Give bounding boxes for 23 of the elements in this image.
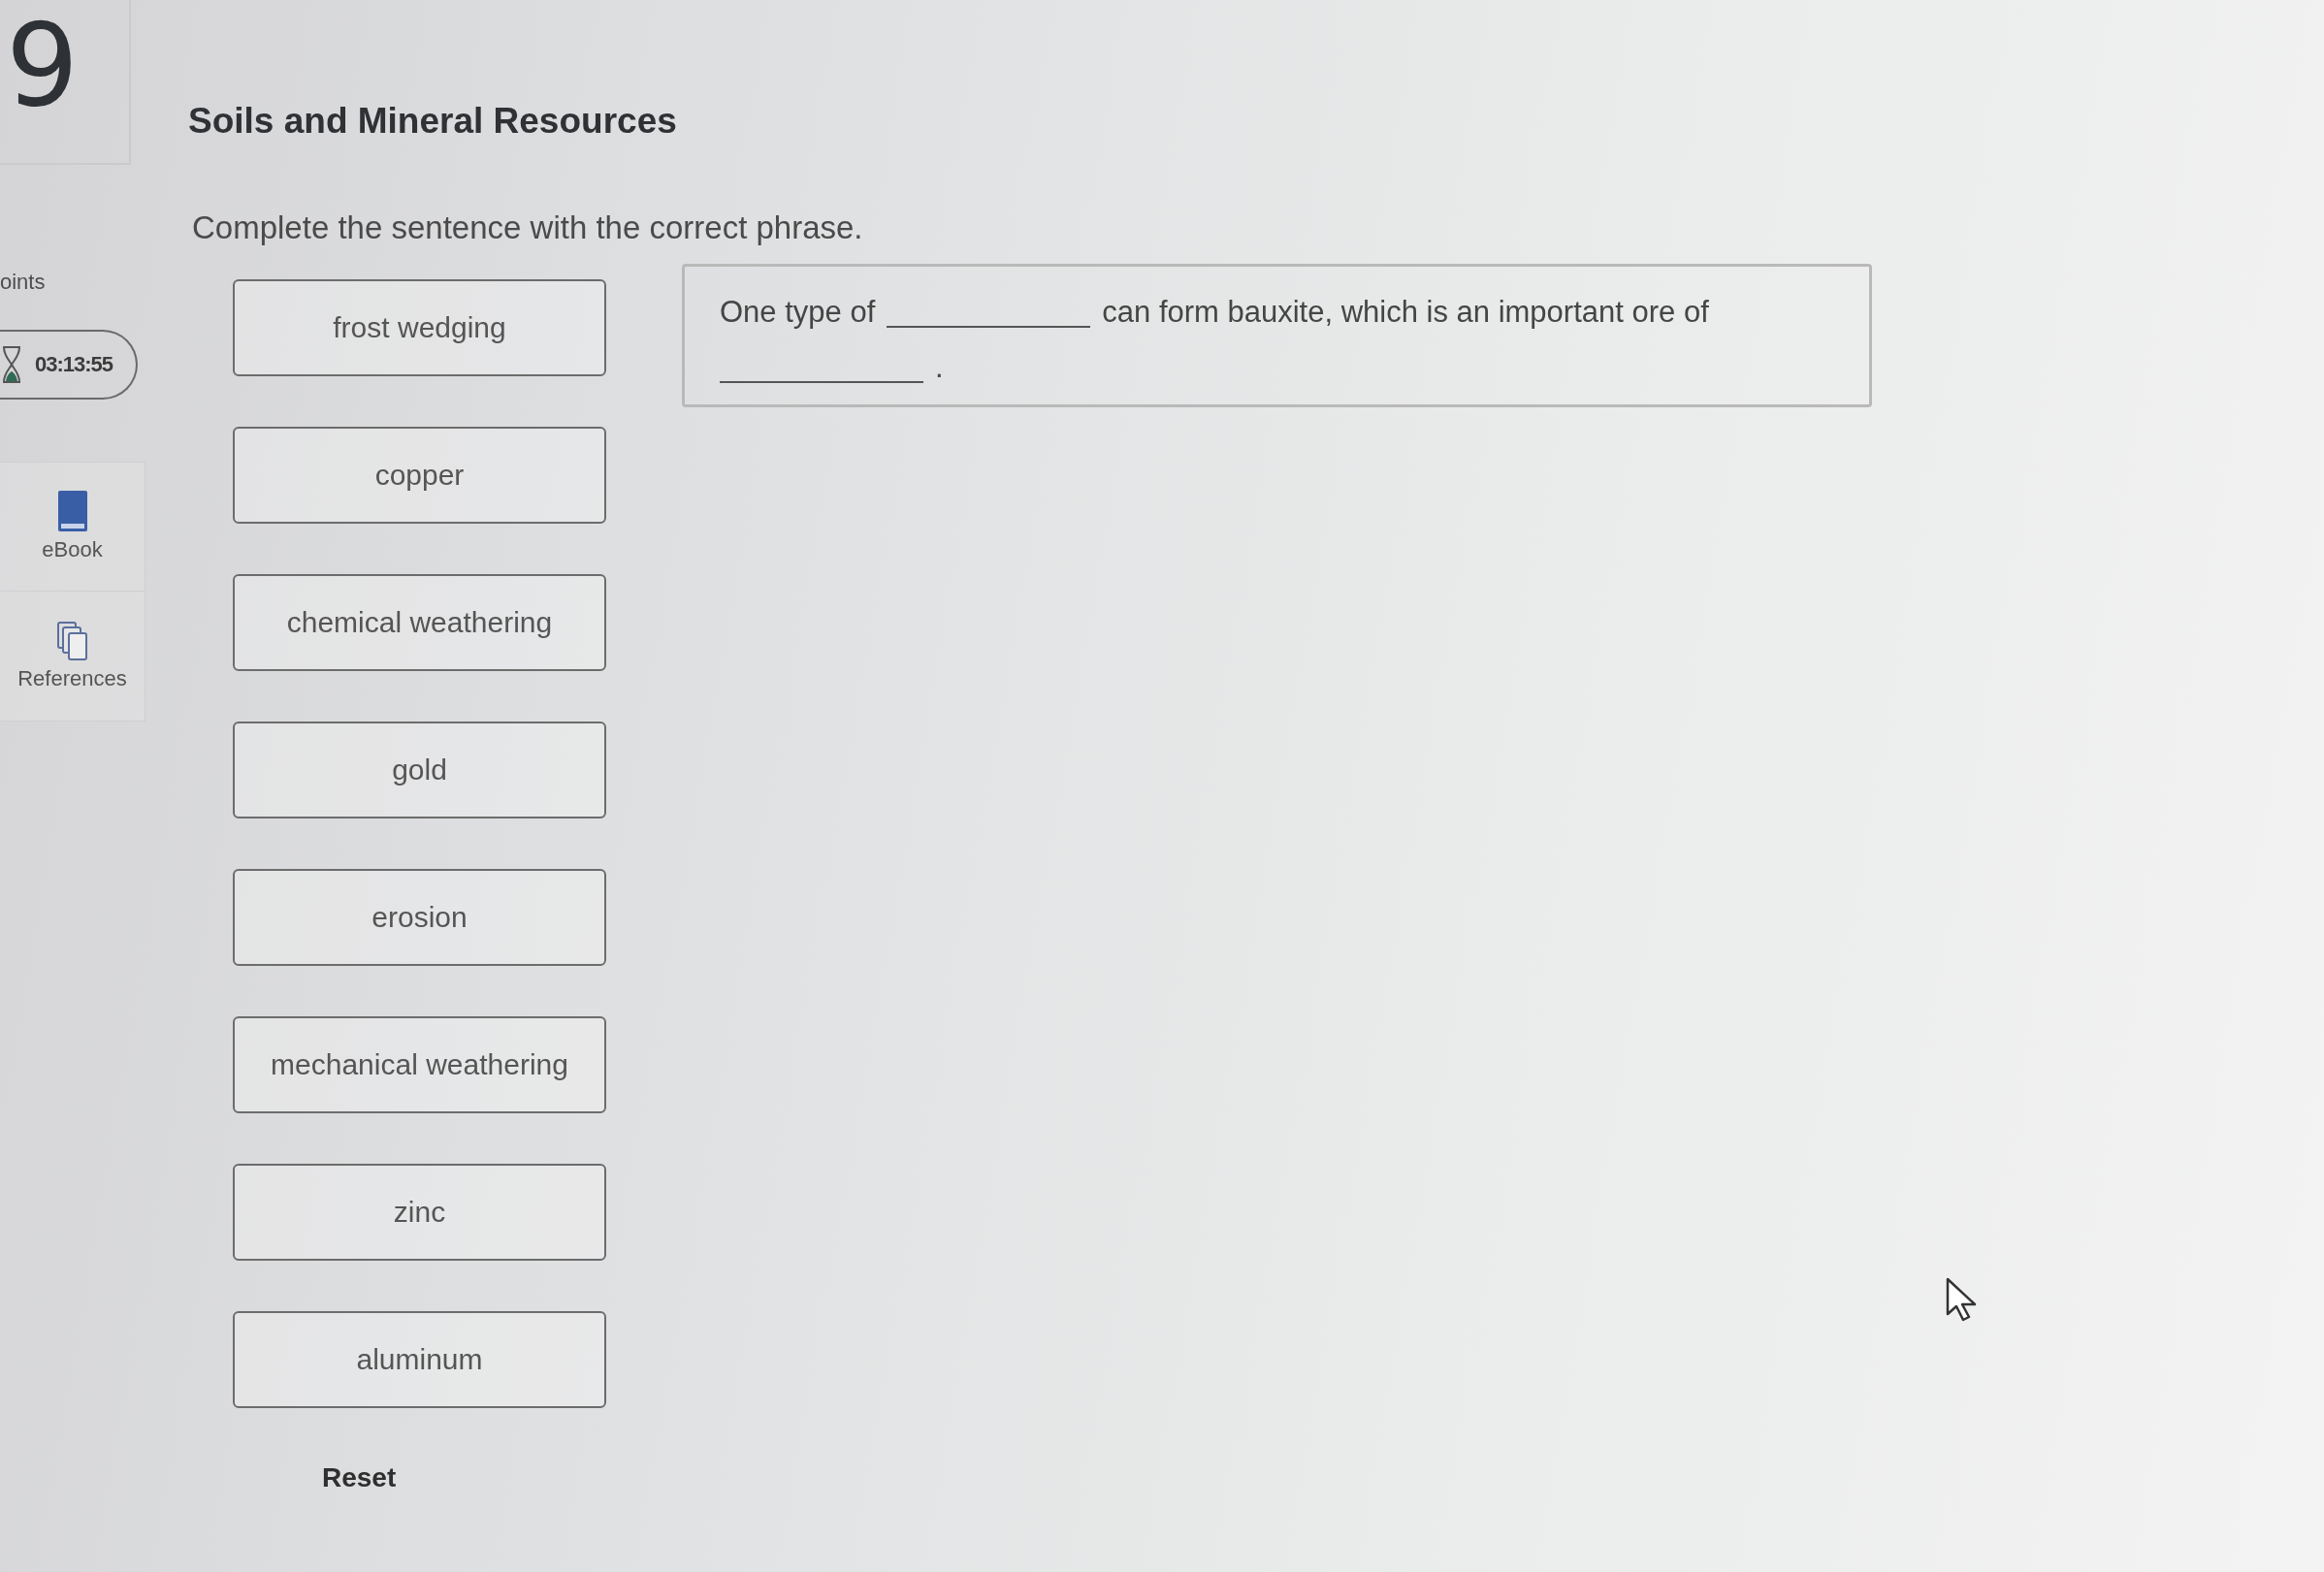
answer-option[interactable]: copper xyxy=(233,427,606,524)
page-title: Soils and Mineral Resources xyxy=(188,101,677,142)
answer-option[interactable]: erosion xyxy=(233,869,606,966)
ebook-button[interactable]: eBook xyxy=(0,462,145,592)
answer-option[interactable]: frost wedging xyxy=(233,279,606,376)
book-icon xyxy=(57,491,87,531)
answer-option[interactable]: gold xyxy=(233,722,606,818)
mouse-pointer-icon xyxy=(1946,1277,1979,1322)
sentence-text: can form bauxite, which is an important ore of xyxy=(1102,294,1709,331)
points-label: oints xyxy=(0,270,46,295)
sentence-text: One type of xyxy=(720,294,876,331)
references-button[interactable]: References xyxy=(0,592,145,722)
sentence-text: . xyxy=(935,349,944,386)
instruction-text: Complete the sentence with the correct phrase. xyxy=(192,209,863,246)
answer-option[interactable]: aluminum xyxy=(233,1311,606,1408)
timer-text: 03:13:55 xyxy=(35,352,113,377)
answer-option[interactable]: chemical weathering xyxy=(233,574,606,671)
answer-option[interactable]: zinc xyxy=(233,1164,606,1261)
documents-icon xyxy=(56,621,88,660)
reset-button[interactable]: Reset xyxy=(322,1462,397,1493)
answer-option[interactable]: mechanical weathering xyxy=(233,1016,606,1113)
hourglass-icon xyxy=(2,346,21,383)
question-number: 9 xyxy=(6,8,80,122)
